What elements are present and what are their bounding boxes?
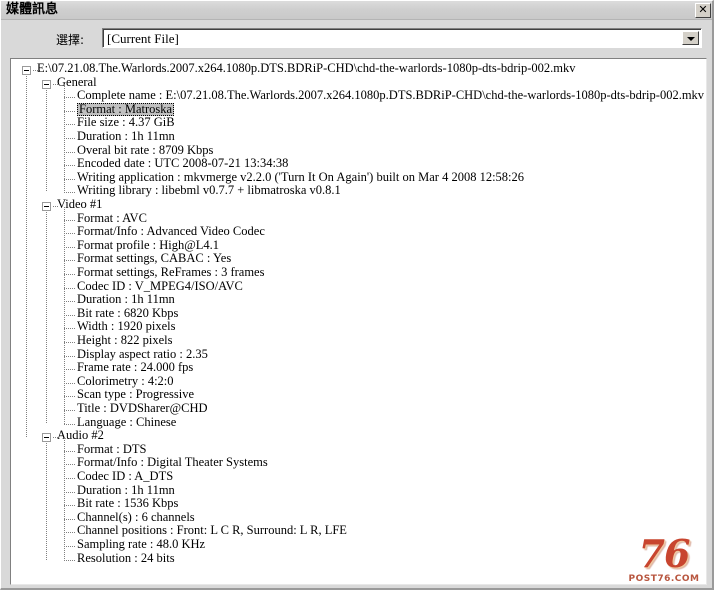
tree-connector-line — [64, 138, 75, 139]
collapse-minus-icon[interactable] — [22, 66, 31, 75]
close-icon: ✕ — [698, 3, 708, 16]
tree-node-label: Duration : 1h 11mn — [77, 292, 175, 307]
tree-node-label: Height : 822 pixels — [77, 333, 173, 347]
tree-connector-line — [64, 124, 75, 126]
tree-node-label: File size : 4.37 GiB — [77, 115, 175, 130]
close-button[interactable]: ✕ — [695, 3, 711, 18]
tree-node-label: Language : Chinese — [77, 414, 177, 429]
tree-connector-line — [64, 505, 75, 507]
tree-connector-line — [64, 491, 75, 493]
tree-node-label: Channel positions : Front: L C R, Surrou… — [77, 523, 347, 538]
tree-connector-line — [64, 478, 75, 479]
tree-node-label: Writing library : libebml v0.7.7 + libma… — [77, 183, 341, 198]
tree-node-label: Colorimetry : 4:2:0 — [77, 373, 174, 388]
tree-connector-line — [64, 396, 75, 398]
tree-node-label: Width : 1920 pixels — [77, 319, 176, 334]
tree-node-label: Channel(s) : 6 channels — [77, 509, 195, 524]
tree-connector-line — [64, 355, 75, 357]
tree-connector-line — [64, 151, 75, 153]
tree-node-label: Scan type : Progressive — [77, 387, 194, 402]
tree-node-label: Title : DVDSharer@CHD — [77, 401, 208, 415]
tree-node-label: Duration : 1h 11mn — [77, 482, 175, 497]
window-titlebar: 媒體訊息 ✕ — [1, 1, 712, 20]
tree-connector-line — [64, 532, 75, 534]
tree-node-label: Format settings, CABAC : Yes — [77, 251, 232, 266]
tree-connector-line — [64, 301, 75, 303]
collapse-minus-icon[interactable] — [42, 202, 51, 211]
tree-connector-line — [64, 369, 75, 371]
tree-node-label: Bit rate : 1536 Kbps — [77, 496, 179, 511]
tree-connector-line — [64, 233, 75, 235]
tree-node-label: Sampling rate : 48.0 KHz — [77, 537, 206, 551]
tree-connector-line — [64, 464, 75, 466]
tree-node-label: Format/Info : Advanced Video Codec — [77, 224, 265, 239]
chevron-down-icon — [687, 37, 695, 41]
media-info-window: 媒體訊息 ✕ 選擇: [Current File] E:\07.21.08.Th… — [0, 0, 714, 590]
tree-node-label: Frame rate : 24.000 fps — [77, 360, 194, 375]
tree-connector-line — [64, 287, 75, 289]
tree-guide-line — [26, 76, 27, 438]
tree-connector-line — [64, 450, 75, 452]
file-selector-combobox[interactable]: [Current File] — [102, 28, 702, 48]
tree-connector-line — [64, 342, 75, 343]
tree-item[interactable]: Language : Chinese — [11, 414, 706, 431]
tree-node-label: General — [57, 74, 97, 89]
tree-connector-line — [64, 382, 75, 384]
window-title: 媒體訊息 — [6, 2, 59, 17]
file-selector-label: 選擇: — [56, 33, 85, 47]
tree-connector-line — [64, 410, 75, 411]
tree-node-label: Format/Info : Digital Theater Systems — [77, 455, 268, 470]
tree-node-label: Resolution : 24 bits — [77, 550, 175, 565]
tree-connector-line — [64, 219, 75, 221]
tree-guide-line — [64, 437, 65, 560]
tree-node-label: Format profile : High@L4.1 — [77, 237, 220, 252]
tree-node-label: Format : DTS — [77, 441, 147, 456]
tree-connector-line — [64, 559, 75, 561]
tree-item[interactable]: Writing library : libebml v0.7.7 + libma… — [11, 183, 706, 199]
media-info-tree-panel[interactable]: E:\07.21.08.The.Warlords.2007.x264.1080p… — [10, 58, 707, 585]
tree-connector-line — [64, 260, 75, 262]
tree-connector-line — [64, 192, 75, 194]
tree-connector-line — [64, 274, 75, 275]
tree-connector-line — [64, 423, 75, 425]
tree-connector-line — [64, 165, 75, 167]
tree-guide-line — [64, 84, 65, 193]
tree-connector-line — [64, 110, 75, 112]
tree-node-label: Bit rate : 6820 Kbps — [77, 305, 179, 320]
tree-node-label: Duration : 1h 11mn — [77, 129, 175, 143]
tree-node-label: Encoded date : UTC 2008-07-21 13:34:38 — [77, 156, 289, 171]
tree-connector-line — [64, 314, 75, 316]
tree-node-label: Complete name : E:\07.21.08.The.Warlords… — [77, 88, 705, 103]
tree-node-label: Writing application : mkvmerge v2.2.0 ('… — [77, 169, 525, 184]
tree-connector-line — [64, 246, 75, 248]
tree-connector-line — [64, 178, 75, 180]
tree-connector-line — [64, 518, 75, 520]
tree-node-label: Format : AVC — [77, 210, 147, 225]
file-selector-value: [Current File] — [107, 31, 179, 46]
tree-node-label: Display aspect ratio : 2.35 — [77, 346, 208, 361]
collapse-minus-icon[interactable] — [42, 79, 51, 89]
tree-connector-line — [64, 328, 75, 330]
media-info-tree: E:\07.21.08.The.Warlords.2007.x264.1080p… — [11, 59, 706, 584]
tree-connector-line — [64, 546, 75, 547]
tree-node-label-selected: Format : Matroska — [77, 101, 175, 117]
file-selector-row: 選擇: [Current File] — [1, 28, 712, 50]
tree-node-label: Overal bit rate : 8709 Kbps — [77, 142, 214, 157]
tree-guide-line — [46, 212, 47, 424]
tree-guide-line — [46, 443, 47, 560]
tree-node-label: Format settings, ReFrames : 3 frames — [77, 265, 265, 279]
tree-node-root[interactable]: E:\07.21.08.The.Warlords.2007.x264.1080p… — [11, 61, 706, 77]
collapse-minus-icon[interactable] — [42, 433, 51, 443]
tree-guide-line — [64, 206, 65, 424]
tree-node-label: Codec ID : V_MPEG4/ISO/AVC — [77, 278, 243, 293]
tree-guide-line — [46, 89, 47, 193]
file-selector-dropdown-button[interactable] — [682, 31, 699, 45]
tree-node-label: E:\07.21.08.The.Warlords.2007.x264.1080p… — [37, 61, 576, 75]
tree-item[interactable]: Resolution : 24 bits — [11, 550, 706, 567]
tree-node-label: Codec ID : A_DTS — [77, 469, 174, 483]
tree-connector-line — [64, 97, 75, 99]
